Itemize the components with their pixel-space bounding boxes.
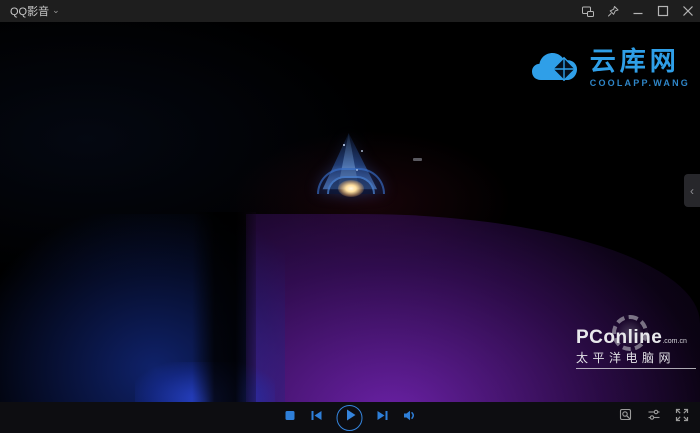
previous-icon	[310, 409, 324, 427]
snapshot-icon	[619, 408, 633, 427]
video-dash-artifact	[413, 158, 422, 161]
star-dot	[361, 150, 363, 152]
pconline-chinese-name: 太平洋电脑网	[576, 349, 696, 369]
light-core-glow	[338, 180, 364, 197]
video-gradient-topleft	[0, 22, 380, 282]
app-title-label: QQ影音	[10, 6, 50, 18]
coolapp-watermark: 云库网 COOLAPP.WANG	[531, 46, 690, 93]
utility-controls	[619, 402, 689, 433]
boss-key-icon	[581, 5, 595, 18]
play-icon	[338, 403, 362, 432]
next-button[interactable]	[376, 409, 390, 427]
minimize-button[interactable]	[625, 0, 650, 22]
light-beam-core	[337, 133, 360, 190]
maximize-button[interactable]	[650, 0, 675, 22]
close-button[interactable]	[675, 0, 700, 22]
chevron-left-icon: ‹	[690, 183, 694, 198]
video-gradient-red	[230, 132, 510, 272]
video-dark-pillar	[192, 212, 256, 402]
titlebar[interactable]: QQ影音 ⌄	[0, 0, 700, 22]
pconline-brand: PConline	[576, 327, 663, 348]
stop-button[interactable]	[284, 409, 297, 427]
gear-logo-icon	[612, 315, 648, 351]
light-arc-outer	[317, 168, 385, 194]
snapshot-button[interactable]	[619, 408, 633, 427]
settings-button[interactable]	[647, 408, 661, 427]
play-button[interactable]	[336, 403, 363, 432]
titlebar-buttons	[575, 0, 700, 22]
light-beam	[322, 133, 378, 190]
volume-icon	[403, 409, 417, 427]
star-dot	[356, 169, 358, 171]
stop-icon	[284, 409, 297, 427]
coolapp-logo-text: 云库网 COOLAPP.WANG	[589, 46, 690, 89]
video-light-triangle	[317, 133, 385, 197]
next-icon	[376, 409, 390, 427]
video-display-area[interactable]: 云库网 COOLAPP.WANG PConline.com.cn 太平洋电脑网	[0, 22, 700, 402]
maximize-icon	[657, 5, 669, 17]
cloud-logo-icon	[531, 48, 583, 93]
close-icon	[682, 5, 694, 17]
coolapp-logo-subtitle: COOLAPP.WANG	[589, 78, 690, 89]
boss-key-button[interactable]	[575, 0, 600, 22]
playback-control-bar	[0, 402, 700, 433]
pin-button[interactable]	[600, 0, 625, 22]
app-menu[interactable]: QQ影音 ⌄	[10, 3, 60, 19]
qq-player-window: QQ影音 ⌄ 云库网 COOLAPP.WANG PConline.com.cn …	[0, 0, 700, 433]
pconline-domain-suffix: .com.cn	[662, 338, 687, 345]
pconline-brand-row: PConline.com.cn	[576, 328, 696, 347]
video-gradient-blue	[0, 214, 285, 402]
star-dot	[343, 144, 345, 146]
video-gradient-purple	[246, 214, 700, 402]
fullscreen-icon	[675, 408, 689, 427]
pin-icon	[606, 5, 620, 18]
pconline-watermark: PConline.com.cn 太平洋电脑网	[576, 315, 696, 369]
chevron-down-icon: ⌄	[52, 4, 60, 15]
fullscreen-button[interactable]	[675, 408, 689, 427]
coolapp-logo-title: 云库网	[589, 46, 680, 76]
previous-button[interactable]	[310, 409, 324, 427]
video-gradient-blue-bright	[135, 362, 275, 402]
minimize-icon	[632, 5, 644, 17]
settings-sliders-icon	[647, 408, 661, 427]
volume-button[interactable]	[403, 409, 417, 427]
transport-controls	[284, 402, 417, 433]
light-arc-inner	[327, 176, 375, 194]
playlist-panel-toggle[interactable]: ‹	[684, 174, 700, 207]
